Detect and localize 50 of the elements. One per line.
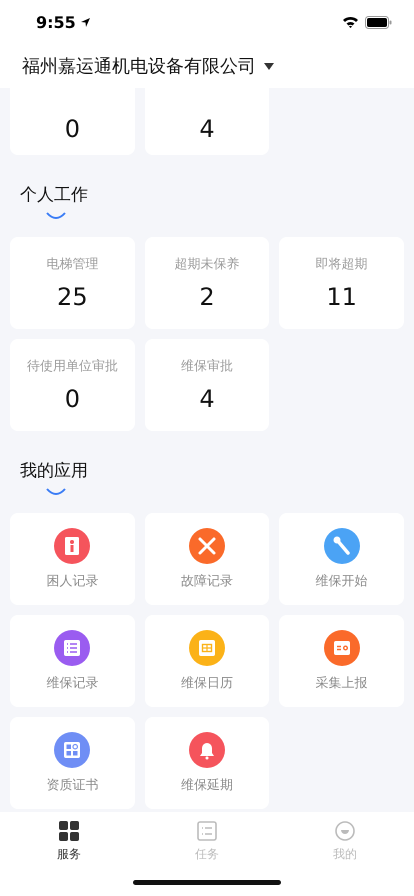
stat-value: 4 [199,385,215,413]
app-label: 资质证书 [46,777,98,794]
app-tile[interactable]: 困人记录 [10,513,135,605]
stat-label: 待使用单位审批 [26,358,118,375]
battery-icon [365,16,392,28]
app-label: 困人记录 [46,573,98,590]
status-time: 9:55 [36,12,76,32]
app-tile[interactable]: 故障记录 [144,513,270,605]
smiley-icon [334,820,356,842]
grid-icon [58,820,80,842]
stat-label: 超期未保养 [174,256,240,273]
app-label: 维保日历 [180,675,233,692]
tab[interactable]: 我的 [276,820,414,863]
section-title: 个人工作 [20,184,89,206]
stat-card[interactable]: 0 [10,88,135,155]
app-label: 维保开始 [316,573,368,590]
stat-label: 维保审批 [180,358,233,375]
stat-value: 25 [57,283,88,311]
stat-card[interactable]: 4 [144,88,270,155]
stat-value: 0 [64,385,80,413]
app-tile[interactable]: 维保日历 [144,615,270,707]
list-icon [196,820,218,842]
stat-value: 0 [64,115,80,143]
app-label: 采集上报 [316,675,368,692]
app-label: 维保记录 [46,675,98,692]
stat-label: 即将超期 [316,256,368,273]
wifi-icon [342,16,359,28]
stat-value: 11 [326,283,357,311]
stat-card[interactable]: 维保审批 4 [144,339,270,431]
app-tile[interactable]: 资质证书 [10,717,135,809]
app-tile[interactable]: 维保开始 [279,513,404,605]
stat-value: 2 [199,283,215,311]
underline-arc-icon [46,212,66,219]
stat-label: 电梯管理 [46,256,98,273]
app-tile[interactable]: 维保延期 [144,717,270,809]
app-label: 故障记录 [180,573,233,590]
stat-card[interactable]: 待使用单位审批 0 [10,339,135,431]
tab[interactable]: 任务 [138,820,276,863]
stat-card[interactable]: 超期未保养 2 [144,237,270,329]
stat-value: 4 [199,115,215,143]
caret-icon[interactable] [264,62,274,70]
location-arrow-icon [80,16,91,28]
stat-card[interactable]: 电梯管理 25 [10,237,135,329]
app-tile[interactable]: 采集上报 [279,615,404,707]
app-label: 维保延期 [180,777,233,794]
app-tile[interactable]: 维保记录 [10,615,135,707]
section-title: 我的应用 [20,460,89,482]
underline-arc-icon [46,488,66,495]
stat-card[interactable]: 即将超期 11 [279,237,404,329]
tab[interactable]: 服务 [0,820,138,863]
